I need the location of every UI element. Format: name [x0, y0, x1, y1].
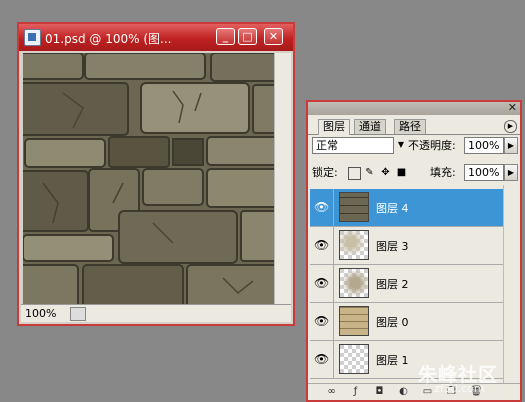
- layer-name[interactable]: 图层 4: [376, 200, 409, 216]
- layer-name[interactable]: 图层 3: [376, 238, 409, 254]
- lock-icon[interactable]: ■: [396, 167, 407, 178]
- psd-file-icon: [24, 29, 41, 46]
- zoom-level[interactable]: 100%: [25, 307, 56, 320]
- link-layers-icon[interactable]: ∞: [326, 386, 337, 397]
- stone-wall-texture: [23, 53, 276, 305]
- layer-thumbnail: [339, 344, 369, 374]
- lock-transparency-icon[interactable]: [348, 167, 361, 180]
- fill-slider-button[interactable]: ▶: [504, 164, 518, 181]
- fill-label: 填充:: [430, 166, 456, 179]
- move-icon[interactable]: ✥: [380, 167, 391, 178]
- opacity-label: 不透明度:: [408, 139, 456, 152]
- eye-icon[interactable]: 👁: [314, 352, 329, 367]
- brush-icon[interactable]: ✎: [364, 167, 375, 178]
- layer-row-4[interactable]: 👁 图层 4: [310, 189, 506, 227]
- lock-fill-row: 锁定: ✎ ✥ ■ 填充: 100% ▶: [308, 164, 520, 186]
- lock-label: 锁定:: [312, 166, 338, 179]
- chevron-down-icon[interactable]: ▼: [394, 137, 408, 154]
- layer-thumbnail: [339, 192, 369, 222]
- layer-row-2[interactable]: 👁 图层 2: [310, 265, 506, 303]
- close-button[interactable]: ✕: [264, 28, 283, 45]
- opacity-input[interactable]: 100%: [464, 137, 504, 154]
- layer-name[interactable]: 图层 0: [376, 314, 409, 330]
- layers-panel: ✕ 图层 通道 路径 ▶ 正常 ▼ 不透明度: 100% ▶ 锁定: ✎ ✥ ■…: [306, 100, 522, 402]
- panel-titlebar[interactable]: ✕: [308, 102, 520, 115]
- image-canvas[interactable]: [23, 53, 276, 305]
- add-mask-icon[interactable]: ◘: [374, 386, 385, 397]
- eye-icon[interactable]: 👁: [314, 314, 329, 329]
- minimize-button[interactable]: _: [216, 28, 235, 45]
- layer-thumbnail: [339, 230, 369, 260]
- watermark-url: zf3d.com: [434, 382, 485, 395]
- layer-row-0[interactable]: 👁 图层 0: [310, 303, 506, 341]
- panel-menu-icon[interactable]: ▶: [504, 120, 517, 133]
- document-title: 01.psd @ 100% (图...: [45, 32, 172, 46]
- eye-icon[interactable]: 👁: [314, 200, 329, 215]
- blend-opacity-row: 正常 ▼ 不透明度: 100% ▶: [308, 137, 520, 159]
- layers-list: 👁 图层 4 👁 图层 3 👁 图层 2 👁 图层 0 👁 图层 1: [310, 185, 506, 385]
- fill-input[interactable]: 100%: [464, 164, 504, 181]
- layers-scrollbar[interactable]: [503, 185, 518, 385]
- tab-paths[interactable]: 路径: [394, 119, 426, 134]
- layer-row-3[interactable]: 👁 图层 3: [310, 227, 506, 265]
- layer-thumbnail: [339, 306, 369, 336]
- panel-close-button[interactable]: ✕: [508, 102, 517, 114]
- status-menu-icon[interactable]: [70, 307, 86, 321]
- opacity-slider-button[interactable]: ▶: [504, 137, 518, 154]
- blend-mode-select[interactable]: 正常: [312, 137, 394, 154]
- document-status-bar: 100%: [21, 304, 291, 322]
- layer-name[interactable]: 图层 2: [376, 276, 409, 292]
- layer-thumbnail: [339, 268, 369, 298]
- tab-channels[interactable]: 通道: [354, 119, 386, 134]
- eye-icon[interactable]: 👁: [314, 276, 329, 291]
- panel-tabs: 图层 通道 路径 ▶: [308, 117, 520, 135]
- maximize-button[interactable]: □: [238, 28, 257, 45]
- layer-style-icon[interactable]: ƒ: [350, 386, 361, 397]
- watermark: 朱峰社区 zf3d.com: [392, 360, 522, 400]
- eye-icon[interactable]: 👁: [314, 238, 329, 253]
- document-window: 01.psd @ 100% (图... _ □ ✕ 100%: [17, 22, 295, 326]
- tab-layers[interactable]: 图层: [318, 119, 350, 135]
- document-titlebar[interactable]: 01.psd @ 100% (图... _ □ ✕: [19, 24, 293, 51]
- document-vertical-scrollbar[interactable]: [274, 53, 291, 305]
